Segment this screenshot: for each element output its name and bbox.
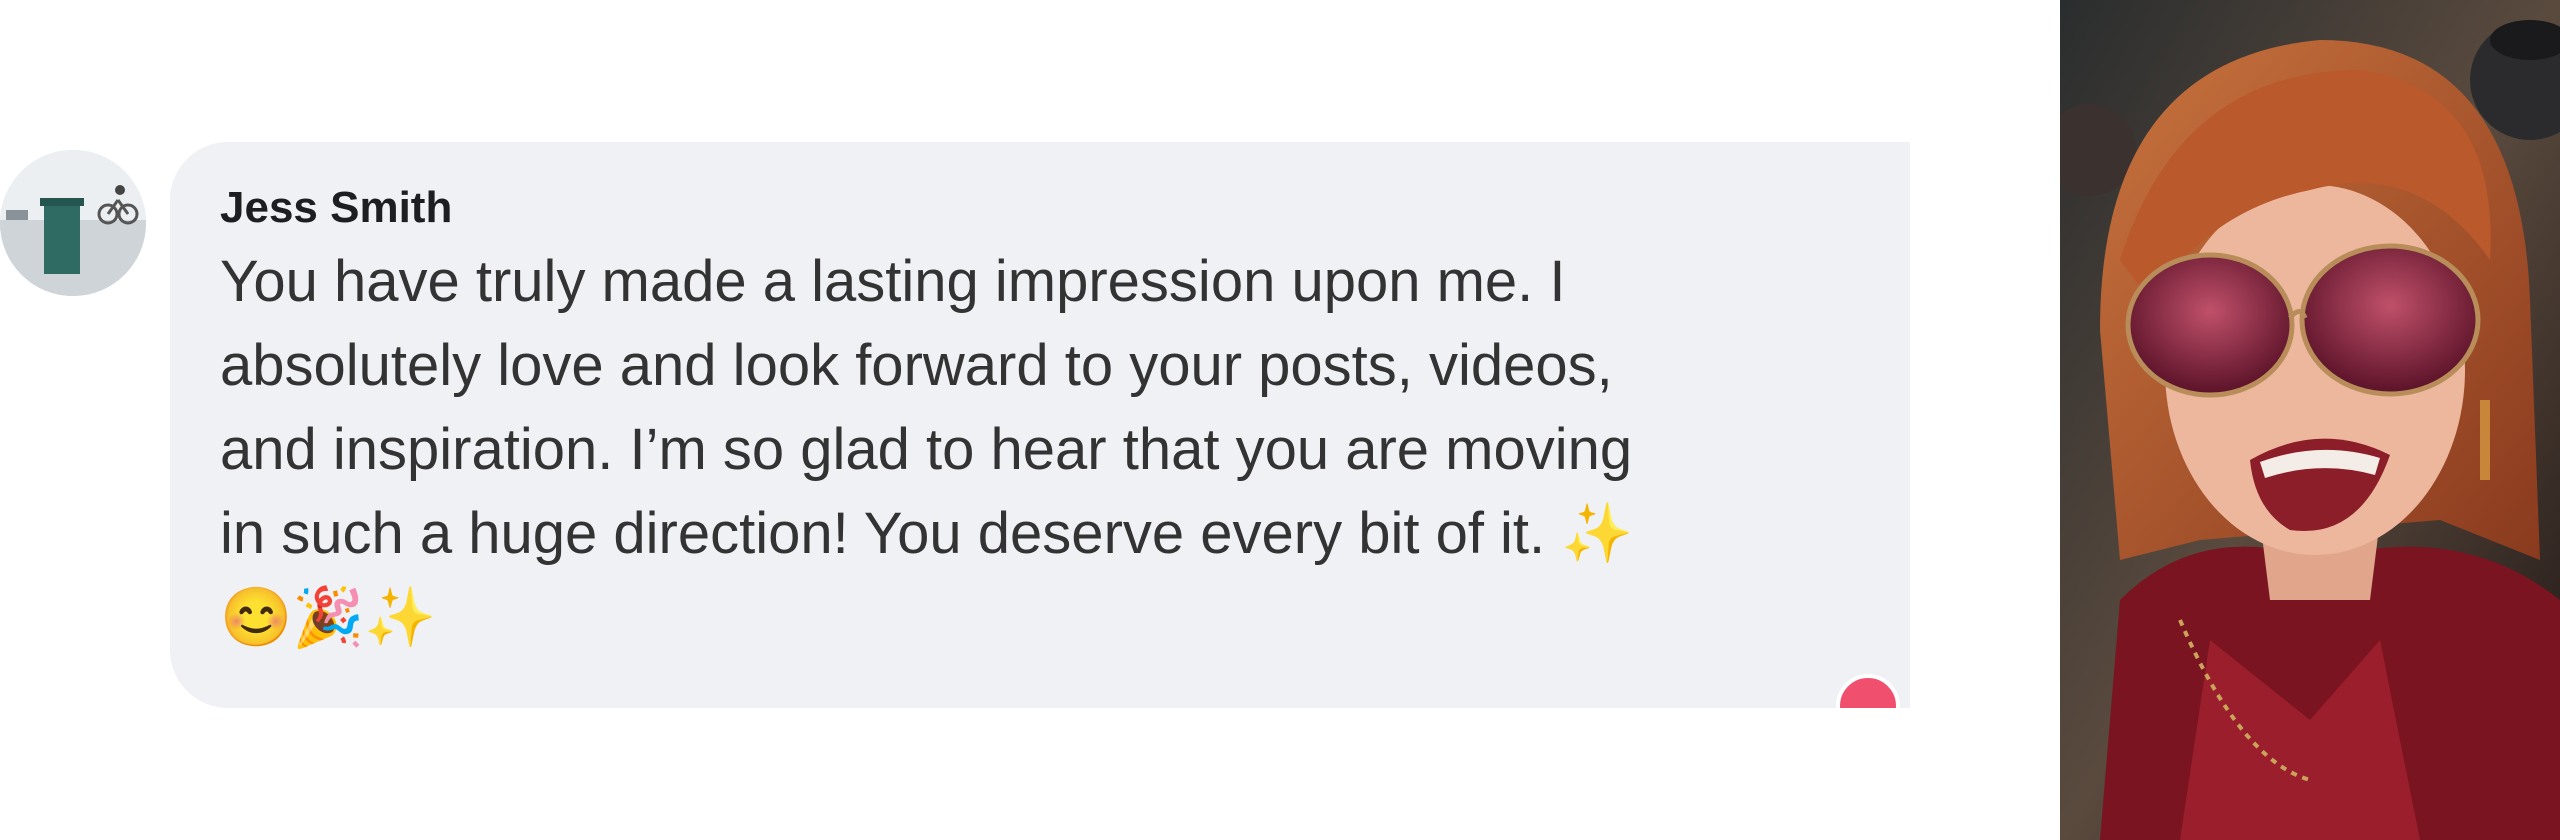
profile-photo <box>2060 0 2560 840</box>
avatar-image <box>0 150 146 296</box>
comment-bubble: Jess Smith You have truly made a lasting… <box>170 142 1910 708</box>
screenshot-stage: Jess Smith You have truly made a lasting… <box>0 0 2560 840</box>
reaction-dot <box>1836 674 1900 708</box>
comment-text: You have truly made a lasting impression… <box>220 249 1634 650</box>
heart-reaction-icon[interactable] <box>1830 674 1906 708</box>
profile-photo-image <box>2060 0 2560 840</box>
commenter-avatar[interactable] <box>0 150 146 296</box>
comment-author[interactable]: Jess Smith <box>220 182 1910 234</box>
